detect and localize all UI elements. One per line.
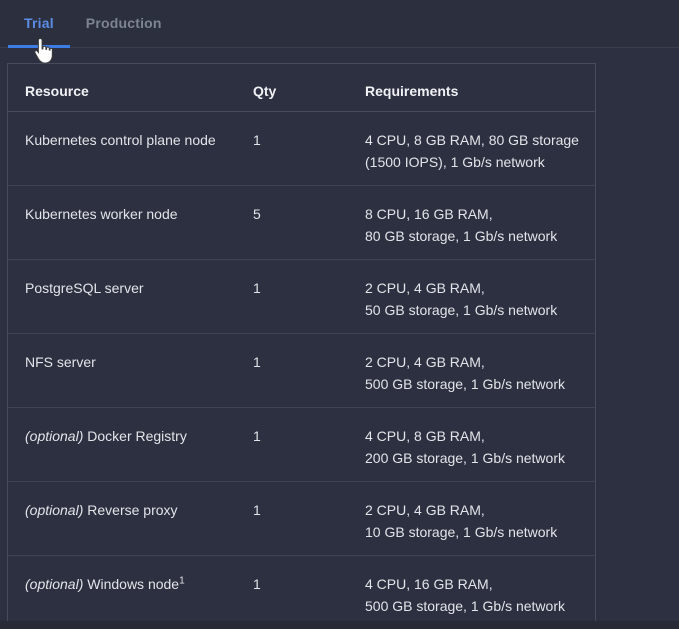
requirements-cell: 4 CPU, 16 GB RAM, 500 GB storage, 1 Gb/s…	[348, 556, 595, 629]
table-row-k8s-worker: Kubernetes worker node 5 8 CPU, 16 GB RA…	[8, 186, 595, 260]
column-header-resource: Resource	[8, 64, 236, 112]
resource-name: PostgreSQL server	[25, 280, 144, 296]
tab-trial[interactable]: Trial	[8, 0, 70, 48]
qty-cell: 1	[236, 112, 348, 186]
requirements-cell: 2 CPU, 4 GB RAM, 50 GB storage, 1 Gb/s n…	[348, 260, 595, 334]
tab-production[interactable]: Production	[70, 0, 178, 48]
qty-cell: 1	[236, 260, 348, 334]
optional-prefix: (optional)	[25, 502, 87, 518]
tab-bar: Trial Production	[0, 0, 679, 48]
resource-cell: (optional) Windows node1	[8, 556, 236, 629]
table-row-k8s-control-plane: Kubernetes control plane node 1 4 CPU, 8…	[8, 112, 595, 186]
resource-name: Windows node	[87, 576, 179, 592]
tab-production-label: Production	[86, 15, 162, 31]
resource-cell: Kubernetes worker node	[8, 186, 236, 260]
column-header-requirements: Requirements	[348, 64, 595, 112]
table-row-nfs: NFS server 1 2 CPU, 4 GB RAM, 500 GB sto…	[8, 334, 595, 408]
resource-name: Kubernetes control plane node	[25, 132, 216, 148]
requirements-table-container: Resource Qty Requirements Kubernetes con…	[7, 63, 596, 629]
requirements-table: Resource Qty Requirements Kubernetes con…	[8, 64, 595, 629]
resource-cell: (optional) Docker Registry	[8, 408, 236, 482]
qty-cell: 5	[236, 186, 348, 260]
resource-cell: NFS server	[8, 334, 236, 408]
requirements-cell: 4 CPU, 8 GB RAM, 80 GB storage (1500 IOP…	[348, 112, 595, 186]
table-row-postgresql: PostgreSQL server 1 2 CPU, 4 GB RAM, 50 …	[8, 260, 595, 334]
bottom-strip	[0, 621, 679, 629]
qty-cell: 1	[236, 556, 348, 629]
footnote-marker: 1	[179, 575, 185, 586]
resource-name: Docker Registry	[87, 428, 187, 444]
table-row-reverse-proxy: (optional) Reverse proxy 1 2 CPU, 4 GB R…	[8, 482, 595, 556]
requirements-cell: 8 CPU, 16 GB RAM, 80 GB storage, 1 Gb/s …	[348, 186, 595, 260]
resource-cell: (optional) Reverse proxy	[8, 482, 236, 556]
table-row-docker-registry: (optional) Docker Registry 1 4 CPU, 8 GB…	[8, 408, 595, 482]
column-header-qty: Qty	[236, 64, 348, 112]
requirements-cell: 4 CPU, 8 GB RAM, 200 GB storage, 1 Gb/s …	[348, 408, 595, 482]
resource-cell: PostgreSQL server	[8, 260, 236, 334]
resource-name: Reverse proxy	[87, 502, 177, 518]
tab-trial-label: Trial	[24, 15, 54, 31]
qty-cell: 1	[236, 334, 348, 408]
qty-cell: 1	[236, 408, 348, 482]
requirements-cell: 2 CPU, 4 GB RAM, 500 GB storage, 1 Gb/s …	[348, 334, 595, 408]
resource-name: NFS server	[25, 354, 96, 370]
resource-cell: Kubernetes control plane node	[8, 112, 236, 186]
requirements-cell: 2 CPU, 4 GB RAM, 10 GB storage, 1 Gb/s n…	[348, 482, 595, 556]
resource-name: Kubernetes worker node	[25, 206, 178, 222]
qty-cell: 1	[236, 482, 348, 556]
optional-prefix: (optional)	[25, 576, 87, 592]
optional-prefix: (optional)	[25, 428, 87, 444]
table-row-windows-node: (optional) Windows node1 1 4 CPU, 16 GB …	[8, 556, 595, 629]
table-header-row: Resource Qty Requirements	[8, 64, 595, 112]
page: Trial Production Resource Qty Requiremen…	[0, 0, 679, 629]
